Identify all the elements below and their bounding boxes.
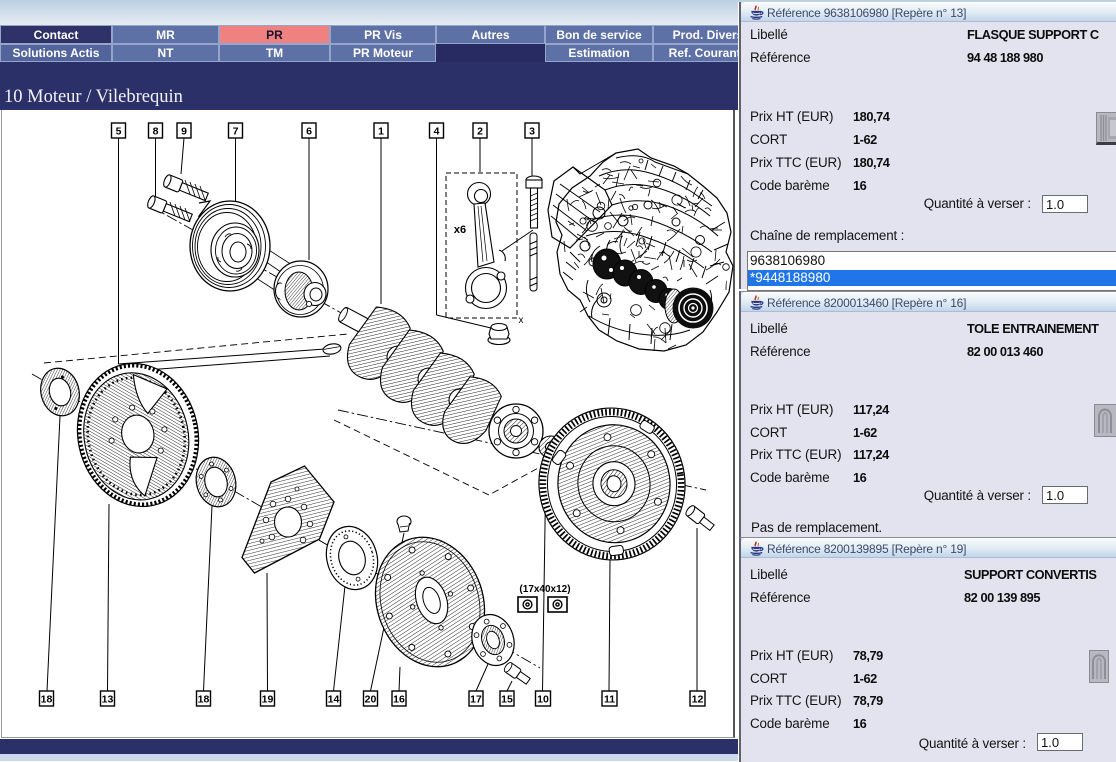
- svg-text:6: 6: [306, 126, 312, 138]
- svg-text:7: 7: [233, 126, 239, 138]
- svg-text:14: 14: [328, 694, 340, 706]
- svg-text:9: 9: [181, 126, 187, 138]
- svg-text:1: 1: [378, 126, 384, 138]
- svg-text:5: 5: [116, 126, 122, 138]
- svg-text:8: 8: [153, 126, 159, 138]
- svg-text:17: 17: [470, 694, 482, 706]
- svg-text:4: 4: [434, 126, 440, 138]
- svg-text:13: 13: [102, 694, 114, 706]
- svg-text:10: 10: [537, 694, 549, 706]
- svg-text:16: 16: [393, 694, 405, 706]
- svg-text:x6: x6: [454, 224, 466, 236]
- svg-text:2: 2: [477, 126, 483, 138]
- svg-text:x: x: [519, 315, 524, 326]
- svg-text:18: 18: [198, 694, 210, 706]
- svg-text:12: 12: [692, 694, 704, 706]
- svg-text:20: 20: [365, 694, 377, 706]
- svg-text:11: 11: [604, 694, 615, 706]
- svg-text:18: 18: [41, 694, 53, 706]
- svg-text:15: 15: [501, 694, 513, 706]
- svg-text:19: 19: [262, 694, 274, 706]
- svg-text:(17x40x12): (17x40x12): [519, 584, 570, 595]
- svg-text:3: 3: [529, 126, 535, 138]
